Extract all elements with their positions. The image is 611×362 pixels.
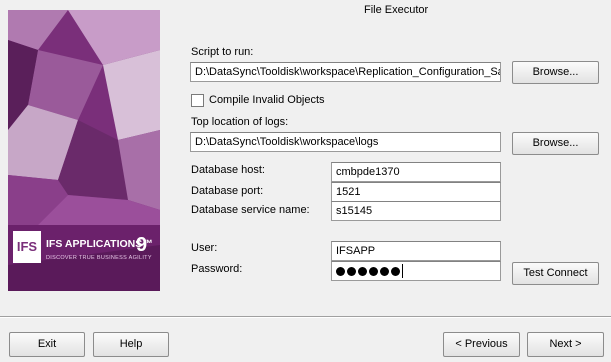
ifs-banner: IFS IFS APPLICATIONS™ 9 DISCOVER TRUE BU… bbox=[8, 10, 160, 291]
password-dot bbox=[358, 267, 367, 276]
db-port-label: Database port: bbox=[191, 185, 264, 197]
ifs-logo: IFS bbox=[13, 231, 41, 263]
password-label: Password: bbox=[191, 263, 243, 275]
db-host-label: Database host: bbox=[191, 164, 265, 176]
compile-invalid-checkbox[interactable] bbox=[191, 94, 204, 107]
browse-logs-button[interactable]: Browse... bbox=[512, 132, 599, 155]
exit-button[interactable]: Exit bbox=[9, 332, 85, 357]
previous-button[interactable]: < Previous bbox=[443, 332, 520, 357]
password-mask bbox=[336, 266, 402, 278]
compile-invalid-label[interactable]: Compile Invalid Objects bbox=[209, 94, 325, 106]
db-host-input[interactable]: cmbpde1370 bbox=[331, 162, 501, 182]
db-service-input[interactable]: s15145 bbox=[331, 201, 501, 221]
window-title: File Executor bbox=[364, 4, 429, 16]
help-button[interactable]: Help bbox=[93, 332, 169, 357]
password-dot bbox=[369, 267, 378, 276]
script-label: Script to run: bbox=[191, 46, 254, 58]
script-path-input[interactable]: D:\DataSync\Tooldisk\workspace\Replicati… bbox=[190, 62, 501, 82]
brand-tagline: DISCOVER TRUE BUSINESS AGILITY bbox=[46, 255, 152, 261]
next-button[interactable]: Next > bbox=[527, 332, 604, 357]
password-dot bbox=[336, 267, 345, 276]
password-dot bbox=[380, 267, 389, 276]
user-input[interactable]: IFSAPP bbox=[331, 241, 501, 261]
password-dot bbox=[391, 267, 400, 276]
logs-path-input[interactable]: D:\DataSync\Tooldisk\workspace\logs bbox=[190, 132, 501, 152]
product-version: 9 bbox=[136, 234, 148, 256]
password-dot bbox=[347, 267, 356, 276]
db-service-label: Database service name: bbox=[191, 204, 310, 216]
text-caret bbox=[402, 264, 403, 278]
test-connect-button[interactable]: Test Connect bbox=[512, 262, 599, 285]
logs-label: Top location of logs: bbox=[191, 116, 289, 128]
user-label: User: bbox=[191, 242, 218, 254]
password-input[interactable] bbox=[331, 261, 501, 281]
footer-separator bbox=[0, 316, 611, 318]
browse-script-button[interactable]: Browse... bbox=[512, 61, 599, 84]
db-port-input[interactable]: 1521 bbox=[331, 182, 501, 202]
